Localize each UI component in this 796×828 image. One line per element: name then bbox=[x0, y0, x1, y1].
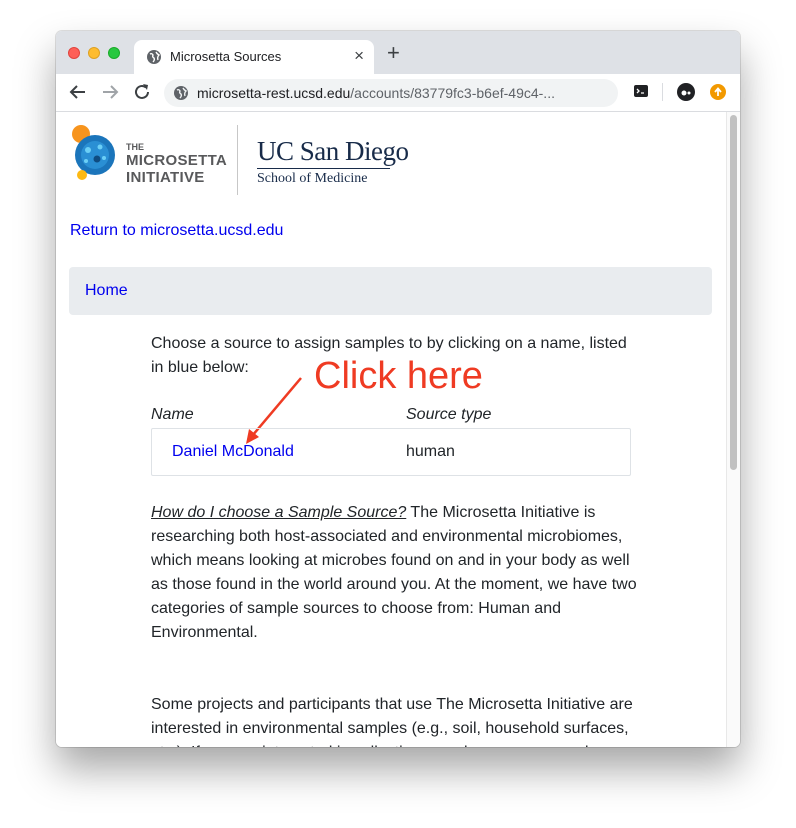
ucsd-logo-title: UC San Diego bbox=[257, 136, 409, 166]
incognito-extension-icon[interactable] bbox=[676, 82, 696, 102]
globe-icon bbox=[147, 50, 161, 64]
upload-extension-icon[interactable] bbox=[709, 83, 727, 101]
ucsd-logo: UC San Diego School of Medicine bbox=[257, 136, 409, 187]
toolbar-divider bbox=[662, 83, 663, 101]
url-text: microsetta-rest.ucsd.edu/accounts/83779f… bbox=[197, 85, 555, 101]
breadcrumb: Home bbox=[69, 267, 712, 315]
logo-line-2: MICROSETTA bbox=[126, 152, 228, 169]
logo-divider bbox=[237, 125, 238, 195]
back-arrow-icon[interactable] bbox=[68, 82, 88, 102]
tab-title: Microsetta Sources bbox=[170, 49, 282, 64]
tab-bar: Microsetta Sources × + bbox=[56, 31, 740, 74]
tab-microsetta-sources[interactable]: Microsetta Sources × bbox=[134, 40, 374, 74]
column-header-type: Source type bbox=[406, 406, 492, 423]
url-host: microsetta-rest.ucsd.edu bbox=[197, 85, 351, 101]
scrollbar-thumb[interactable] bbox=[730, 115, 737, 470]
maximize-window-button[interactable] bbox=[108, 47, 120, 59]
page-content: THE MICROSETTA INITIATIVE UC San Diego S… bbox=[56, 112, 726, 747]
microsetta-logo-icon bbox=[72, 125, 115, 180]
logo-line-3: INITIATIVE bbox=[126, 169, 205, 186]
return-link[interactable]: Return to microsetta.ucsd.edu bbox=[70, 222, 283, 240]
faq-question: How do I choose a Sample Source? bbox=[151, 504, 407, 521]
page-scrollbar[interactable] bbox=[726, 112, 740, 747]
source-type: human bbox=[406, 443, 455, 460]
faq-answer: The Microsetta Initiative is researching… bbox=[151, 504, 637, 641]
column-header-name: Name bbox=[151, 406, 194, 423]
close-window-button[interactable] bbox=[68, 47, 80, 59]
site-info-icon[interactable] bbox=[173, 85, 189, 101]
ucsd-logo-subtitle: School of Medicine bbox=[257, 171, 368, 186]
ucsd-logo-rule bbox=[257, 168, 390, 169]
terminal-extension-icon[interactable] bbox=[633, 83, 649, 99]
environmental-paragraph: Some projects and participants that use … bbox=[151, 696, 633, 747]
faq-paragraph: How do I choose a Sample Source? The Mic… bbox=[151, 501, 641, 645]
forward-arrow-icon[interactable] bbox=[100, 82, 120, 102]
breadcrumb-home-link[interactable]: Home bbox=[85, 282, 128, 300]
browser-window: Microsetta Sources × + microsetta-rest.u… bbox=[56, 31, 740, 747]
url-path: /accounts/83779fc3-b6ef-49c4-... bbox=[350, 85, 555, 101]
new-tab-button[interactable]: + bbox=[387, 42, 400, 64]
click-here-annotation: Click here bbox=[314, 355, 483, 397]
minimize-window-button[interactable] bbox=[88, 47, 100, 59]
table-row: Daniel McDonald human bbox=[151, 428, 631, 476]
address-bar[interactable]: microsetta-rest.ucsd.edu/accounts/83779f… bbox=[164, 79, 618, 107]
reload-icon[interactable] bbox=[132, 82, 152, 102]
sources-table-header: Name Source type bbox=[151, 406, 641, 424]
microsetta-logo: THE MICROSETTA INITIATIVE bbox=[70, 125, 227, 186]
close-tab-icon[interactable]: × bbox=[354, 46, 364, 66]
logo-line-1: THE bbox=[126, 142, 144, 152]
browser-toolbar: microsetta-rest.ucsd.edu/accounts/83779f… bbox=[56, 74, 740, 112]
source-name-link[interactable]: Daniel McDonald bbox=[172, 443, 294, 461]
